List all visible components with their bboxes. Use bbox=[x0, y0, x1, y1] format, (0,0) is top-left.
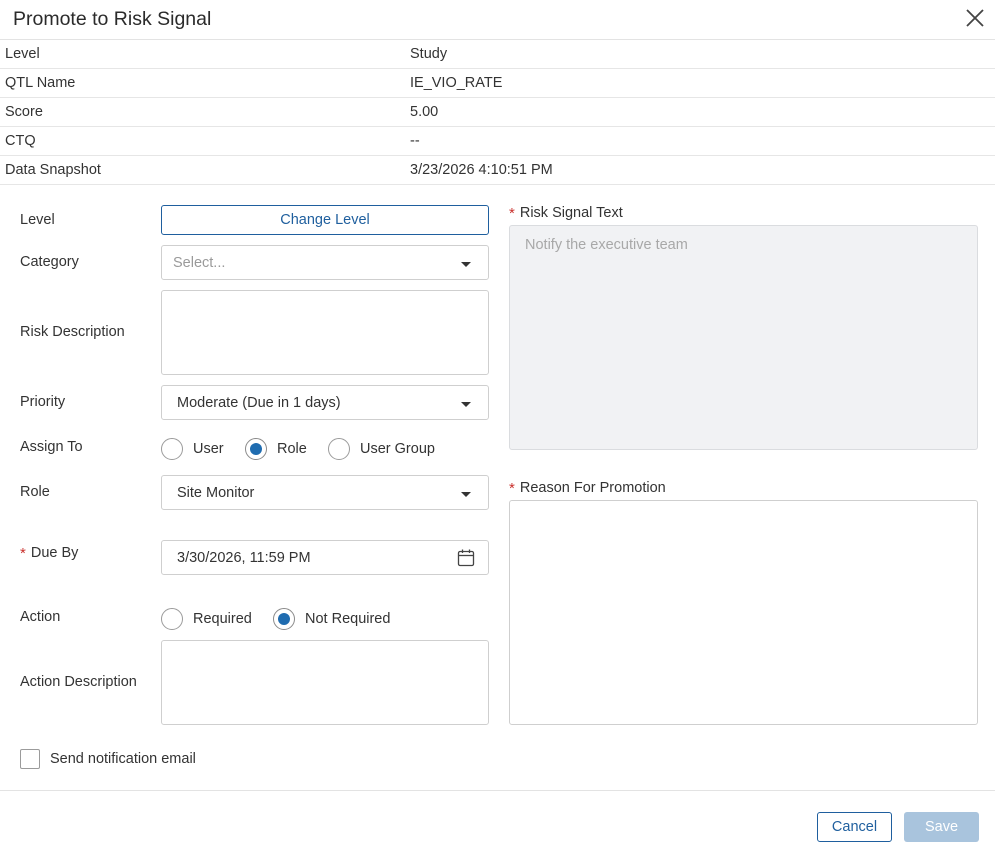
radio-label: Role bbox=[277, 441, 307, 457]
summary-row-level: Level Study bbox=[0, 40, 995, 69]
chevron-down-icon bbox=[461, 262, 471, 267]
priority-label: Priority bbox=[20, 394, 66, 410]
radio-label: Not Required bbox=[305, 611, 391, 627]
level-label: Level bbox=[20, 212, 55, 228]
radio-circle bbox=[161, 438, 183, 460]
footer-divider bbox=[0, 790, 995, 791]
cancel-button[interactable]: Cancel bbox=[817, 812, 892, 842]
send-notification-label: Send notification email bbox=[50, 751, 196, 767]
summary-label: Score bbox=[5, 104, 43, 120]
radio-label: User Group bbox=[360, 441, 435, 457]
role-select[interactable]: Site Monitor bbox=[161, 475, 489, 510]
send-notification-checkbox[interactable] bbox=[20, 749, 40, 769]
reason-for-promotion-label: * Reason For Promotion bbox=[509, 479, 666, 497]
priority-select[interactable]: Moderate (Due in 1 days) bbox=[161, 385, 489, 420]
dialog-title: Promote to Risk Signal bbox=[13, 8, 212, 30]
radio-circle bbox=[245, 438, 267, 460]
risk-signal-text-label-text: Risk Signal Text bbox=[519, 205, 623, 221]
reason-for-promotion-label-text: Reason For Promotion bbox=[519, 480, 666, 496]
chevron-down-icon bbox=[461, 402, 471, 407]
calendar-icon[interactable] bbox=[456, 548, 476, 568]
due-by-label-text: Due By bbox=[30, 545, 79, 561]
required-marker: * bbox=[20, 545, 26, 562]
required-marker: * bbox=[509, 205, 515, 222]
risk-signal-text-placeholder: Notify the executive team bbox=[525, 237, 688, 253]
radio-circle bbox=[328, 438, 350, 460]
category-placeholder: Select... bbox=[173, 255, 226, 271]
risk-description-input[interactable] bbox=[161, 290, 489, 375]
summary-row-qtl-name: QTL Name IE_VIO_RATE bbox=[0, 69, 995, 98]
category-label: Category bbox=[20, 254, 79, 270]
risk-description-label: Risk Description bbox=[20, 324, 125, 340]
save-button[interactable]: Save bbox=[904, 812, 979, 842]
summary-row-ctq: CTQ -- bbox=[0, 127, 995, 156]
radio-circle bbox=[161, 608, 183, 630]
dialog-header: Promote to Risk Signal bbox=[0, 0, 995, 40]
summary-label: QTL Name bbox=[5, 75, 76, 91]
category-select[interactable]: Select... bbox=[161, 245, 489, 280]
radio-label: User bbox=[193, 441, 224, 457]
summary-label: CTQ bbox=[5, 133, 36, 149]
radio-circle bbox=[273, 608, 295, 630]
role-value: Site Monitor bbox=[177, 485, 255, 501]
assign-to-label: Assign To bbox=[20, 439, 83, 455]
action-description-label: Action Description bbox=[20, 674, 137, 690]
radio-label: Required bbox=[193, 611, 252, 627]
close-icon[interactable] bbox=[963, 6, 987, 30]
due-by-datepicker[interactable]: 3/30/2026, 11:59 PM bbox=[161, 540, 489, 575]
summary-row-data-snapshot: Data Snapshot 3/23/2026 4:10:51 PM bbox=[0, 156, 995, 185]
reason-for-promotion-input[interactable] bbox=[509, 500, 978, 725]
risk-signal-text-label: * Risk Signal Text bbox=[509, 204, 623, 222]
summary-label: Level bbox=[5, 46, 40, 62]
action-description-input[interactable] bbox=[161, 640, 489, 725]
summary-label: Data Snapshot bbox=[5, 162, 101, 178]
due-by-label: * Due By bbox=[20, 544, 79, 562]
change-level-button[interactable]: Change Level bbox=[161, 205, 489, 235]
role-label: Role bbox=[20, 484, 50, 500]
action-label: Action bbox=[20, 609, 61, 625]
chevron-down-icon bbox=[461, 492, 471, 497]
summary-value: IE_VIO_RATE bbox=[410, 75, 503, 91]
priority-value: Moderate (Due in 1 days) bbox=[177, 395, 341, 411]
summary-value: Study bbox=[410, 46, 448, 62]
summary-value: 5.00 bbox=[410, 104, 439, 120]
summary-value: -- bbox=[410, 133, 420, 149]
required-marker: * bbox=[509, 480, 515, 497]
risk-signal-text-input[interactable]: Notify the executive team bbox=[509, 225, 978, 450]
due-by-value: 3/30/2026, 11:59 PM bbox=[177, 550, 311, 566]
summary-table: Level Study QTL Name IE_VIO_RATE Score 5… bbox=[0, 40, 995, 185]
summary-row-score: Score 5.00 bbox=[0, 98, 995, 127]
summary-value: 3/23/2026 4:10:51 PM bbox=[410, 162, 553, 178]
